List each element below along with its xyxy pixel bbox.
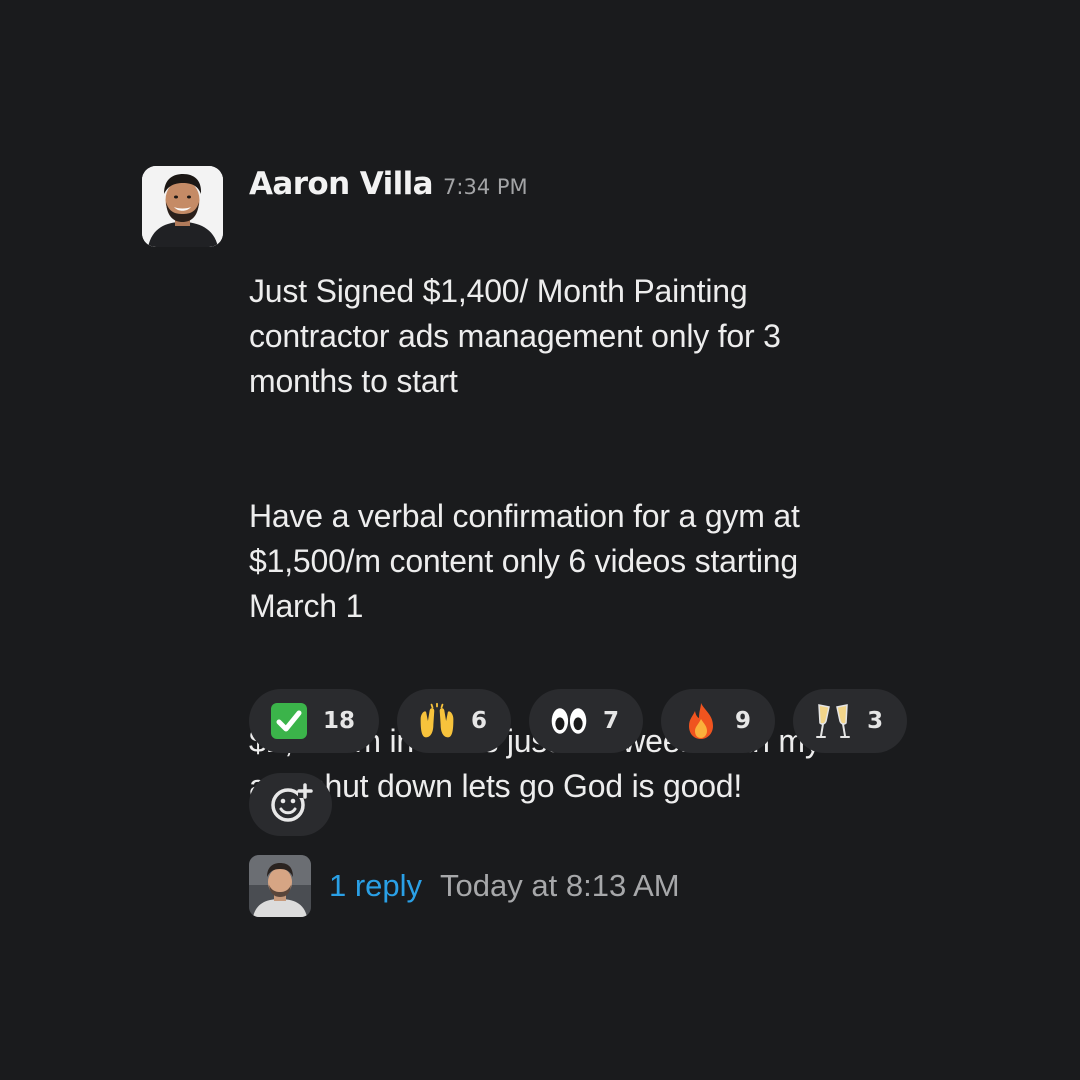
message-timestamp[interactable]: 7:34 PM [443,175,528,199]
reaction-count: 3 [867,708,884,734]
message-header: Aaron Villa 7:34 PM [249,166,949,216]
thread-summary[interactable]: 1 reply Today at 8:13 AM [249,855,680,917]
author-name[interactable]: Aaron Villa [249,166,434,202]
reaction-count: 6 [471,708,488,734]
message-text: Just Signed $1,400/ Month Painting contr… [249,224,949,854]
add-emoji-icon [269,781,313,829]
reaction-eyes[interactable]: 7 [529,689,644,753]
clinking-glasses-icon [813,701,853,741]
reply-timestamp: Today at 8:13 AM [440,868,680,903]
message-paragraph: Have a verbal confirmation for a gym at … [249,498,800,624]
reaction-count: 7 [603,708,620,734]
reaction-count: 18 [323,708,356,734]
raising-hands-icon [417,701,457,741]
reaction-fire[interactable]: 9 [661,689,776,753]
reply-avatar [249,855,311,917]
message-paragraph: Just Signed $1,400/ Month Painting contr… [249,273,781,399]
reaction-bar: 18 6 7 9 3 [249,689,908,753]
reaction-count: 9 [735,708,752,734]
add-reaction-button[interactable] [249,773,332,836]
reaction-raising-hands[interactable]: 6 [397,689,512,753]
fire-icon [681,701,721,741]
check-mark-icon [269,701,309,741]
reply-count-link[interactable]: 1 reply [329,868,422,904]
eyes-icon [549,701,589,741]
reaction-check[interactable]: 18 [249,689,380,753]
reaction-clinking-glasses[interactable]: 3 [793,689,908,753]
author-avatar[interactable] [142,166,223,247]
